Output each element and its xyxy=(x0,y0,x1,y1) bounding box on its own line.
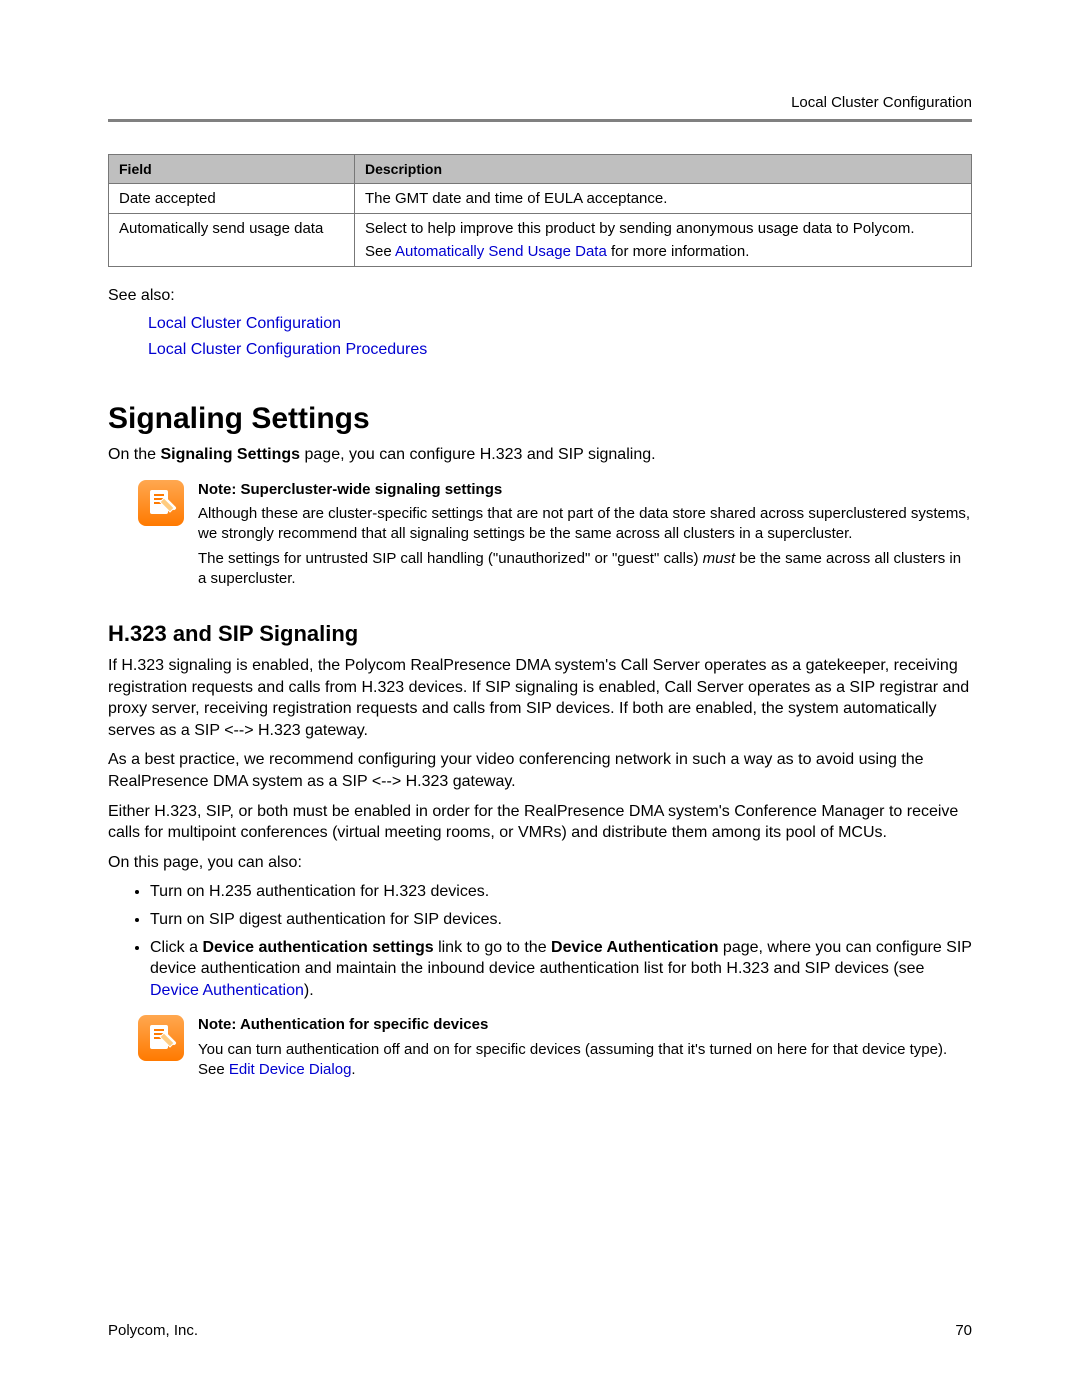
text: link to go to the xyxy=(434,939,551,956)
link-local-cluster-configuration[interactable]: Local Cluster Configuration xyxy=(148,315,341,332)
table-row: Automatically send usage data Select to … xyxy=(109,214,972,267)
section-heading-signaling-settings: Signaling Settings xyxy=(108,402,972,436)
cell-description: The GMT date and time of EULA acceptance… xyxy=(355,184,972,214)
note-paragraph: You can turn authentication off and on f… xyxy=(198,1040,972,1081)
text: . xyxy=(351,1061,355,1078)
bold-text: Signaling Settings xyxy=(160,446,300,463)
table-header-row: Field Description xyxy=(109,155,972,184)
subsection-heading-h323-sip: H.323 and SIP Signaling xyxy=(108,621,972,647)
note-content: Note: Supercluster-wide signaling settin… xyxy=(198,480,972,593)
bold-text: Device authentication settings xyxy=(202,939,433,956)
cell-desc-line2: See Automatically Send Usage Data for mo… xyxy=(365,243,961,260)
text: On the xyxy=(108,446,160,463)
text: See xyxy=(365,243,395,260)
table-row: Date accepted The GMT date and time of E… xyxy=(109,184,972,214)
th-field: Field xyxy=(109,155,355,184)
cell-field: Date accepted xyxy=(109,184,355,214)
document-page: Local Cluster Configuration Field Descri… xyxy=(0,0,1080,1397)
see-also-label: See also: xyxy=(108,287,972,305)
note-icon xyxy=(138,480,184,526)
section-intro: On the Signaling Settings page, you can … xyxy=(108,444,972,466)
body-paragraph: If H.323 signaling is enabled, the Polyc… xyxy=(108,655,972,741)
link-local-cluster-configuration-procedures[interactable]: Local Cluster Configuration Procedures xyxy=(148,341,427,358)
footer-page-number: 70 xyxy=(955,1322,972,1339)
note-title: Note: Authentication for specific device… xyxy=(198,1015,972,1035)
note-icon xyxy=(138,1015,184,1061)
list-item: Click a Device authentication settings l… xyxy=(150,937,972,1002)
header-rule xyxy=(108,119,972,122)
body-paragraph: As a best practice, we recommend configu… xyxy=(108,749,972,792)
note-authentication: Note: Authentication for specific device… xyxy=(138,1015,972,1084)
note-supercluster: Note: Supercluster-wide signaling settin… xyxy=(138,480,972,593)
text: The settings for untrusted SIP call hand… xyxy=(198,550,703,567)
cell-field: Automatically send usage data xyxy=(109,214,355,267)
link-device-authentication[interactable]: Device Authentication xyxy=(150,982,304,999)
text: Click a xyxy=(150,939,202,956)
bullet-list: Turn on H.235 authentication for H.323 d… xyxy=(130,881,972,1001)
note-title: Note: Supercluster-wide signaling settin… xyxy=(198,480,972,500)
th-description: Description xyxy=(355,155,972,184)
text: for more information. xyxy=(607,243,750,260)
list-item: Turn on H.235 authentication for H.323 d… xyxy=(150,881,972,903)
link-auto-send-usage-data[interactable]: Automatically Send Usage Data xyxy=(395,243,607,260)
body-paragraph: Either H.323, SIP, or both must be enabl… xyxy=(108,801,972,844)
page-header-breadcrumb: Local Cluster Configuration xyxy=(108,94,972,111)
text: page, you can configure H.323 and SIP si… xyxy=(300,446,656,463)
list-item: Turn on SIP digest authentication for SI… xyxy=(150,909,972,931)
field-description-table: Field Description Date accepted The GMT … xyxy=(108,154,972,267)
note-paragraph: Although these are cluster-specific sett… xyxy=(198,504,972,545)
footer-company: Polycom, Inc. xyxy=(108,1322,198,1339)
italic-text: must xyxy=(703,550,736,567)
note-paragraph: The settings for untrusted SIP call hand… xyxy=(198,549,972,590)
see-also-block: See also: Local Cluster Configuration Lo… xyxy=(108,287,972,362)
page-footer: Polycom, Inc. 70 xyxy=(108,1322,972,1339)
body-paragraph: On this page, you can also: xyxy=(108,852,972,874)
text: ). xyxy=(304,982,314,999)
cell-desc-line1: Select to help improve this product by s… xyxy=(365,220,961,237)
link-edit-device-dialog[interactable]: Edit Device Dialog xyxy=(229,1061,352,1078)
bold-text: Device Authentication xyxy=(551,939,718,956)
note-content: Note: Authentication for specific device… xyxy=(198,1015,972,1084)
cell-description: Select to help improve this product by s… xyxy=(355,214,972,267)
